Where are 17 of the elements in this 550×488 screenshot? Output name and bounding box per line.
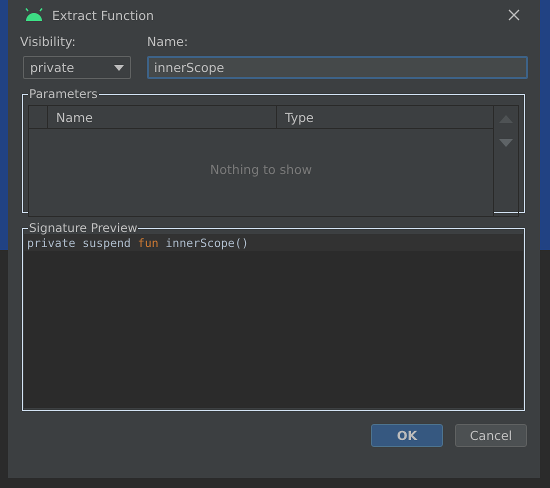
group-title: Parameters xyxy=(28,87,99,101)
column-header[interactable]: Type xyxy=(277,106,314,128)
name-field[interactable]: innerScope xyxy=(147,56,528,79)
empty-message: Nothing to show xyxy=(210,162,312,177)
android-icon xyxy=(24,8,44,22)
window-title: Extract Function xyxy=(52,8,154,22)
close-icon[interactable] xyxy=(508,9,520,21)
name-label: Name: xyxy=(147,34,190,50)
move-down-icon[interactable] xyxy=(499,139,513,147)
cancel-button[interactable]: Cancel xyxy=(455,424,527,447)
code-line: private suspend fun innerScope() xyxy=(27,236,249,250)
caret-icon xyxy=(114,64,124,70)
visibility-dropdown[interactable]: private xyxy=(23,56,131,79)
visibility-label: Visibility: xyxy=(20,34,77,50)
ok-button[interactable]: OK xyxy=(371,424,443,447)
group-title: Signature Preview xyxy=(28,221,138,235)
column-header[interactable]: Name xyxy=(48,106,277,128)
